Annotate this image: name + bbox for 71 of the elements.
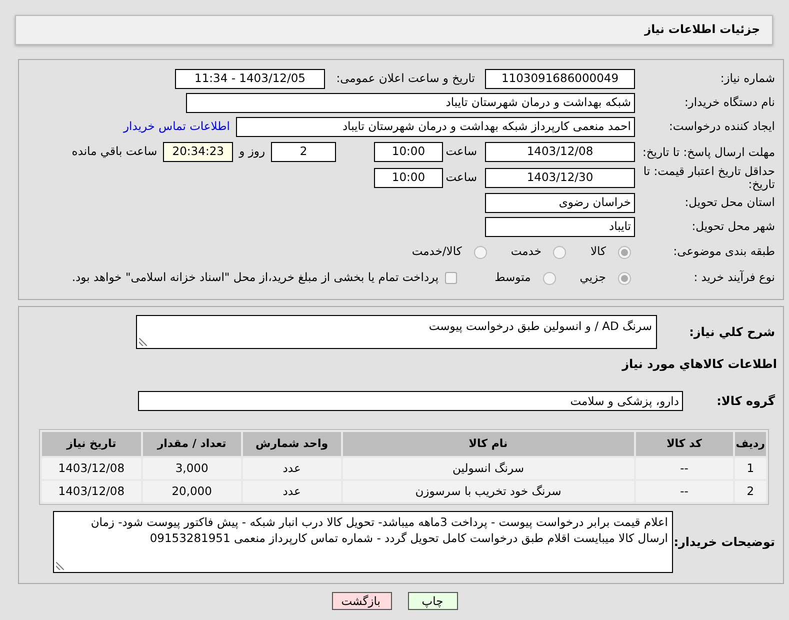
section-heading: اطلاعات کالاهاي مورد نياز (622, 356, 777, 373)
notes-box[interactable] (53, 511, 673, 574)
notes-text: اعلام قیمت برابر درخواست پیوست - پرداخت 3ماهه میباشد- تحویل کالا درب انبار شبکه - پیش فاکتور پیوست شود- زمان ارسال کالا میبایست اقلام طبق درخواست کامل تحویل گردد - شماره تماس کارپرداز منعمی 09153281951 (90, 515, 668, 546)
field-label: شرح کلي نیاز: (688, 324, 776, 341)
table-cell: 3,000 (142, 458, 241, 480)
radio-label: کالا (590, 243, 606, 260)
column-header: واحد شمارش (242, 432, 341, 456)
table-cell: 1403/12/08 (42, 458, 141, 480)
text-field[interactable]: دارو، پزشکی و سلامت (138, 391, 683, 412)
checkbox-label: پرداخت تمام یا بخشی از مبلغ خرید،از محل "اسناد خزانه اسلامی" خواهد بود. (72, 269, 439, 286)
table-cell: سرنگ انسولین (342, 458, 634, 480)
time-label: ساعت (444, 169, 478, 186)
text-field[interactable]: 1403/12/05 - 11:34 (175, 69, 325, 89)
field-label: شهر محل تحویل: (690, 218, 776, 236)
resize-grip-icon[interactable] (56, 562, 64, 570)
field-label: حداقل تاریخ اعتبار قیمت: تا تاریخ: (642, 165, 776, 191)
radio-button[interactable] (474, 246, 487, 258)
text-field[interactable]: خراسان رضوی (485, 193, 635, 213)
field-label: تاریخ و ساعت اعلان عمومی: (335, 70, 475, 88)
column-header: ردیف (734, 432, 766, 456)
table-cell: سرنگ خود تخریب با سرسوزن (342, 481, 634, 502)
field-label: شماره نیاز: (719, 70, 776, 88)
radio-label: جزیي (580, 269, 606, 286)
table-cell: 1403/12/08 (42, 481, 141, 502)
time-label: ساعت (444, 143, 478, 160)
table-cell: عدد (242, 458, 341, 480)
radio-button[interactable] (553, 246, 566, 258)
field-label: ایجاد کننده درخواست: (668, 118, 776, 136)
table-cell: عدد (242, 481, 341, 502)
column-header: کد کالا (636, 432, 733, 456)
field-label: توضیحات خریدار: (673, 534, 776, 552)
back-button[interactable]: بازگشت (332, 592, 392, 610)
radio-label: خدمت (510, 243, 542, 260)
field-label: نام دستگاه خریدار: (683, 94, 776, 112)
text-field[interactable]: احمد منعمی کارپرداز شبکه بهداشت و درمان شهرستان تایباد (236, 117, 635, 137)
radio-button[interactable] (618, 246, 631, 258)
table-cell: 2 (734, 481, 766, 502)
field-label: مهلت ارسال پاسخ: تا تاریخ: (641, 146, 776, 158)
text-field[interactable]: 1103091686000049 (485, 69, 635, 89)
text-field[interactable]: 10:00 (374, 168, 443, 188)
field-label: نوع فرآیند خرید : (692, 269, 776, 286)
days-label: روز و (239, 143, 265, 160)
column-header: تاریخ نیاز (42, 432, 141, 456)
table-cell: 1 (734, 458, 766, 480)
resize-grip-icon[interactable] (139, 338, 147, 346)
description-box[interactable]: سرنگ AD / و انسولین طبق درخواست پیوست (136, 315, 657, 349)
checkbox[interactable] (444, 272, 457, 284)
print-button[interactable]: چاپ (408, 592, 458, 610)
description-text: سرنگ AD / و انسولین طبق درخواست پیوست (428, 319, 652, 333)
page-title: جزئیات اطلاعات نیاز (644, 21, 760, 38)
radio-button[interactable] (542, 272, 556, 284)
contact-link[interactable]: اطلاعات تماس خریدار (123, 118, 230, 136)
remaining-time-field: 20:34:23 (163, 142, 234, 162)
text-field[interactable]: 10:00 (374, 142, 443, 162)
text-field[interactable]: تایباد (485, 217, 635, 237)
text-field[interactable]: شبکه بهداشت و درمان شهرستان تایباد (186, 93, 635, 113)
radio-label: متوسط (494, 269, 531, 286)
text-field[interactable]: 2 (271, 142, 336, 162)
radio-label: کالا/خدمت (412, 243, 462, 260)
text-field[interactable]: 1403/12/30 (485, 168, 635, 188)
column-header: نام کالا (342, 432, 634, 456)
table-cell: 20,000 (142, 481, 241, 502)
field-label: استان محل تحویل: (684, 194, 776, 212)
radio-button[interactable] (618, 272, 631, 284)
text-field[interactable]: 1403/12/08 (485, 142, 635, 162)
field-label: طبقه بندی موضوعی: (672, 243, 776, 260)
remaining-label: ساعت باقي مانده (72, 143, 158, 160)
column-header: تعداد / مقدار (142, 432, 241, 456)
field-label: گروه کالا: (716, 393, 776, 410)
table-cell: -- (636, 481, 733, 502)
table-cell: -- (636, 458, 733, 480)
